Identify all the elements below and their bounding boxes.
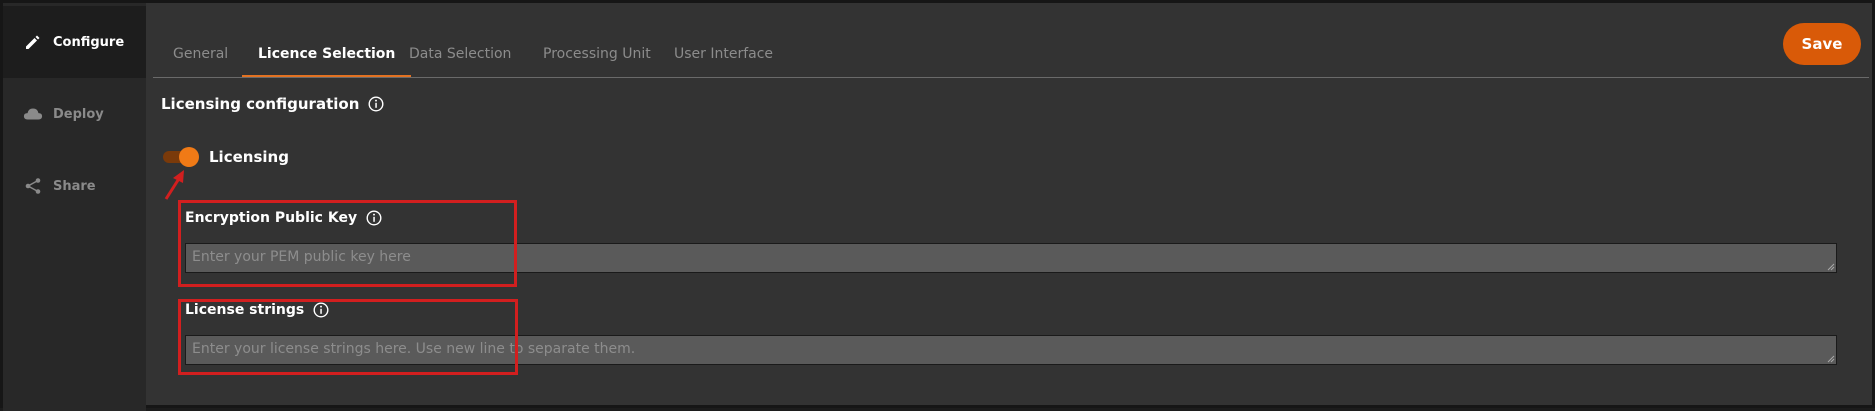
- license-strings-label: License strings: [185, 302, 329, 318]
- sidebar-item-label: Share: [53, 178, 96, 194]
- section-title: Licensing configuration: [161, 95, 384, 113]
- info-icon[interactable]: [366, 210, 382, 226]
- toggle-knob: [179, 147, 199, 167]
- share-icon: [23, 176, 43, 196]
- public-key-input[interactable]: [185, 243, 1837, 273]
- sidebar-item-label: Deploy: [53, 106, 104, 122]
- app-window: Configure Deploy Share General Licence S…: [0, 0, 1875, 411]
- resize-grip-icon[interactable]: [1827, 355, 1835, 363]
- license-strings-input[interactable]: [185, 335, 1837, 365]
- sidebar: Configure Deploy Share: [3, 3, 146, 411]
- info-icon[interactable]: [368, 96, 384, 112]
- info-icon[interactable]: [313, 302, 329, 318]
- tab-bar: General Licence Selection Data Selection…: [153, 3, 1875, 78]
- license-strings-label-text: License strings: [185, 302, 305, 318]
- tab-processing-unit[interactable]: Processing Unit: [527, 41, 667, 77]
- licensing-toggle[interactable]: [163, 146, 199, 168]
- tab-divider: [153, 77, 1869, 78]
- annotation-arrow-icon: [164, 170, 184, 200]
- sidebar-item-share[interactable]: Share: [3, 150, 146, 222]
- licensing-toggle-label: Licensing: [209, 148, 289, 166]
- public-key-label: Encryption Public Key: [185, 210, 382, 226]
- sidebar-item-label: Configure: [53, 34, 125, 50]
- pencil-icon: [23, 32, 43, 52]
- sidebar-item-configure[interactable]: Configure: [3, 6, 146, 78]
- tab-user-interface[interactable]: User Interface: [658, 41, 789, 77]
- public-key-label-text: Encryption Public Key: [185, 210, 358, 226]
- cloud-icon: [23, 104, 43, 124]
- tab-licence-selection[interactable]: Licence Selection: [242, 41, 412, 77]
- licensing-toggle-row: Licensing: [163, 146, 289, 168]
- tab-data-selection[interactable]: Data Selection: [393, 41, 527, 77]
- section-title-text: Licensing configuration: [161, 95, 360, 113]
- save-button[interactable]: Save: [1783, 23, 1861, 65]
- resize-grip-icon[interactable]: [1827, 263, 1835, 271]
- tab-general[interactable]: General: [157, 41, 244, 77]
- sidebar-item-deploy[interactable]: Deploy: [3, 78, 146, 150]
